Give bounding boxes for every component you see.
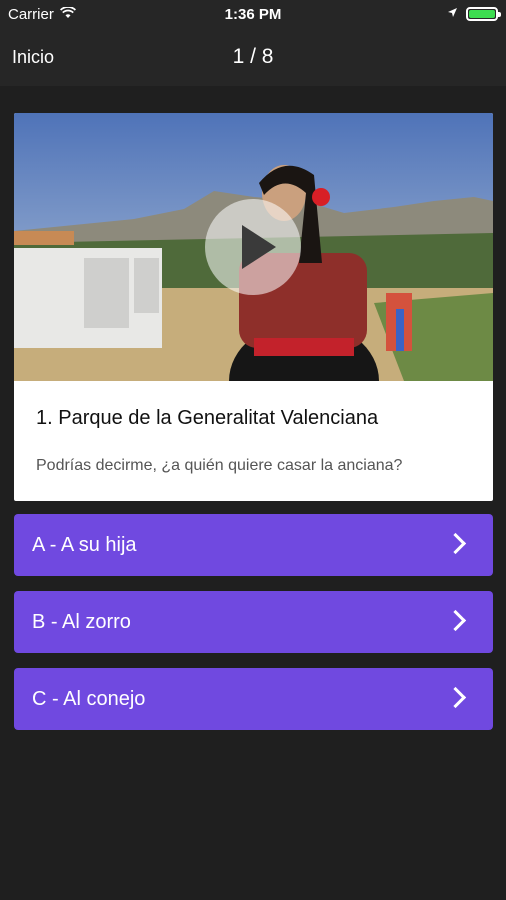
answer-button-c[interactable]: C - Al conejo [14,668,493,730]
question-card: 1. Parque de la Generalitat Valenciana P… [14,113,493,501]
chevron-right-icon [444,686,467,709]
chevron-right-icon [444,532,467,555]
battery-icon [466,6,501,21]
place-title: 1. Parque de la Generalitat Valenciana [36,407,379,429]
location-arrow-icon [447,5,458,22]
play-button[interactable] [205,199,301,295]
play-icon [242,225,276,269]
progress-title: 1 / 8 [232,45,274,68]
answer-button-a[interactable]: A - A su hija [14,514,493,576]
answer-label: C - Al conejo [32,688,146,710]
video-player[interactable] [14,113,493,381]
question-text: Podrías decirme, ¿a quién quiere casar l… [36,457,403,474]
status-bar: Carrier 1:36 PM [0,0,506,30]
status-right-group [447,5,501,22]
status-time: 1:36 PM [224,6,282,23]
chevron-right-icon [444,609,467,632]
answer-button-b[interactable]: B - Al zorro [14,591,493,653]
battery-level [469,9,495,18]
navigation-bar: Inicio 1 / 8 [0,30,506,86]
answer-label: A - A su hija [32,534,137,556]
answer-label: B - Al zorro [32,611,131,633]
